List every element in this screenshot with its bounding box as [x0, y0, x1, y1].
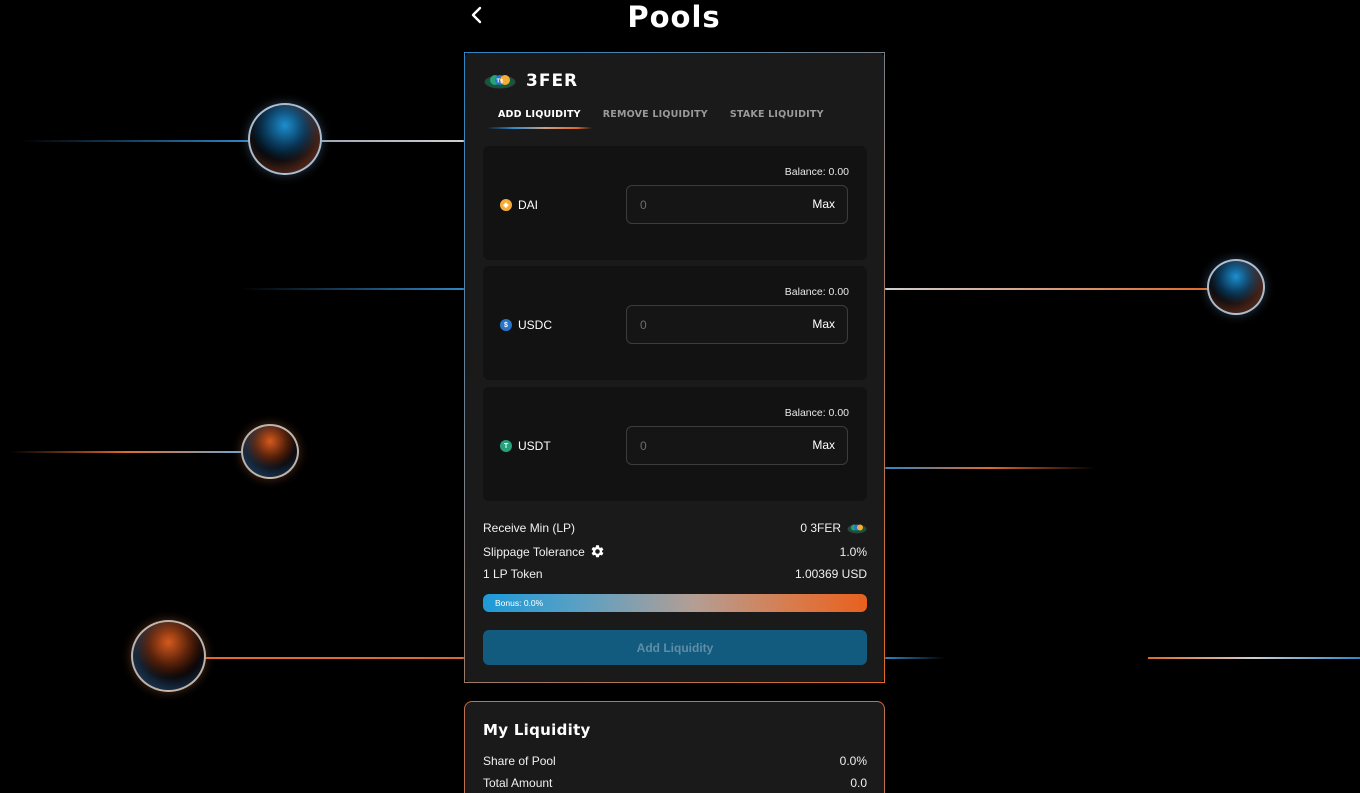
usdc-amount-field: Max: [626, 305, 848, 344]
dai-amount-input[interactable]: [627, 186, 797, 223]
usdt-coin-icon: T: [500, 440, 512, 452]
slippage-row: Slippage Tolerance 1.0%: [483, 544, 867, 559]
pool-header: T$ 3FER: [484, 71, 578, 91]
pool-logo-icon: T$: [484, 75, 516, 89]
lp-token-value: 1.00369 USD: [794, 567, 867, 581]
usdt-amount-input[interactable]: [627, 427, 797, 464]
token-label-usdc: $ USDC: [500, 318, 552, 332]
token-box-usdc: Balance: 0.00 $ USDC Max: [483, 266, 867, 380]
usdc-amount-input[interactable]: [627, 306, 797, 343]
slippage-label-group: Slippage Tolerance: [483, 544, 605, 559]
app-stage: Pools T$ 3FER ADD LIQUIDITY REMOVE LIQUI…: [0, 0, 1360, 793]
background-line: [10, 451, 244, 453]
background-line: [20, 140, 250, 142]
receive-min-row: Receive Min (LP) 0 3FER: [483, 521, 867, 535]
token-symbol: DAI: [518, 198, 539, 212]
dai-amount-field: Max: [626, 185, 848, 224]
decorative-orb: [241, 424, 299, 479]
total-amount-row: Total Amount 0.0: [483, 776, 867, 790]
background-line: [1148, 657, 1360, 659]
share-of-pool-value: 0.0%: [839, 754, 867, 768]
token-label-usdt: T USDT: [500, 439, 551, 453]
token-symbol: USDC: [518, 318, 553, 332]
svg-text:T$: T$: [497, 79, 504, 85]
background-line: [240, 288, 464, 290]
receive-min-value: 0 3FER: [800, 521, 841, 535]
tab-stake-liquidity[interactable]: STAKE LIQUIDITY: [719, 109, 835, 129]
my-liquidity-title: My Liquidity: [483, 721, 591, 739]
page-title: Pools: [627, 0, 721, 34]
total-amount-value: 0.0: [850, 776, 867, 790]
token-label-dai: ◈ DAI: [500, 198, 538, 212]
usdt-balance: Balance: 0.00: [784, 407, 849, 419]
dai-coin-icon: ◈: [500, 199, 512, 211]
token-box-usdt: Balance: 0.00 T USDT Max: [483, 387, 867, 501]
decorative-orb: [248, 103, 322, 175]
receive-min-value-group: 0 3FER: [800, 521, 867, 535]
liquidity-tabs: ADD LIQUIDITY REMOVE LIQUIDITY STAKE LIQ…: [487, 109, 835, 129]
share-of-pool-row: Share of Pool 0.0%: [483, 754, 867, 768]
slippage-label: Slippage Tolerance: [483, 544, 585, 559]
background-line: [885, 657, 945, 659]
tab-add-liquidity[interactable]: ADD LIQUIDITY: [487, 109, 592, 129]
pool-token-icon: [847, 524, 867, 534]
usdc-balance: Balance: 0.00: [784, 286, 849, 298]
decorative-orb: [1207, 259, 1265, 315]
usdt-max-button[interactable]: Max: [812, 438, 835, 452]
my-liquidity-card: My Liquidity Share of Pool 0.0% Total Am…: [464, 701, 885, 793]
add-liquidity-button[interactable]: Add Liquidity: [483, 630, 867, 665]
dai-max-button[interactable]: Max: [812, 197, 835, 211]
decorative-orb: [131, 620, 206, 692]
usdc-coin-icon: $: [500, 319, 512, 331]
usdt-amount-field: Max: [626, 426, 848, 465]
bonus-progress-bar: Bonus: 0.0%: [483, 594, 867, 612]
tab-remove-liquidity[interactable]: REMOVE LIQUIDITY: [592, 109, 719, 129]
background-line: [320, 140, 464, 142]
gear-icon[interactable]: [590, 544, 605, 559]
receive-min-label: Receive Min (LP): [483, 521, 576, 535]
token-box-dai: Balance: 0.00 ◈ DAI Max: [483, 146, 867, 260]
background-line: [205, 657, 464, 659]
usdc-max-button[interactable]: Max: [812, 317, 835, 331]
share-of-pool-label: Share of Pool: [483, 754, 556, 768]
background-line: [885, 288, 1210, 290]
dai-balance: Balance: 0.00: [784, 166, 849, 178]
pool-card: T$ 3FER ADD LIQUIDITY REMOVE LIQUIDITY S…: [464, 52, 885, 683]
slippage-value: 1.0%: [839, 544, 867, 559]
lp-token-label: 1 LP Token: [483, 567, 543, 581]
pool-name: 3FER: [526, 71, 579, 91]
token-symbol: USDT: [518, 439, 551, 453]
lp-token-row: 1 LP Token 1.00369 USD: [483, 567, 867, 581]
bonus-label: Bonus: 0.0%: [495, 598, 544, 608]
background-line: [885, 467, 1095, 469]
total-amount-label: Total Amount: [483, 776, 553, 790]
